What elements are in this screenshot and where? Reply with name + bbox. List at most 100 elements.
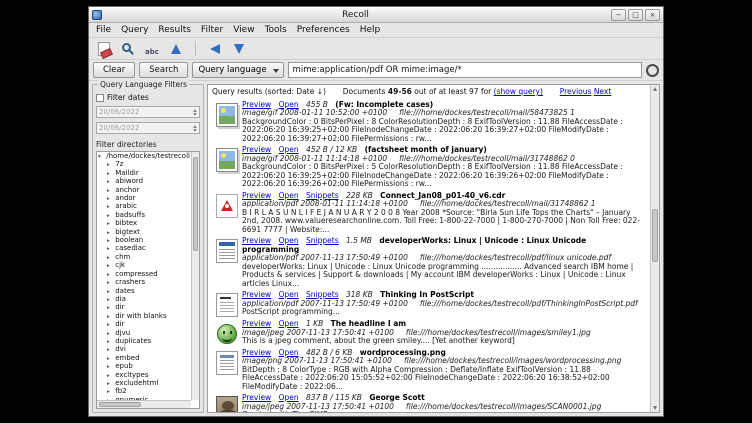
gif-icon xyxy=(216,103,238,127)
arrow-left-icon[interactable] xyxy=(205,39,225,58)
tree-item-label: dir with blanks xyxy=(115,312,166,320)
main-content: Query Language Filters Filter dates 20/0… xyxy=(89,81,663,416)
results-scrollbar[interactable] xyxy=(650,85,659,412)
result-text: Preview Open 482 B / 6 KB wordprocessing… xyxy=(242,349,646,392)
tree-item-label: djvu xyxy=(115,329,130,337)
tree-item[interactable]: ▸ bibtex xyxy=(98,220,190,228)
tree-horizontal-scrollbar[interactable] xyxy=(97,400,191,408)
tree-item[interactable]: ▸ Maildir xyxy=(98,170,190,178)
clear-search-icon[interactable] xyxy=(94,39,114,58)
search-icon[interactable] xyxy=(118,39,138,58)
result-icon-column xyxy=(212,394,242,412)
tree-item[interactable]: ▸ casediac xyxy=(98,245,190,253)
tree-item-label: chm xyxy=(115,253,130,261)
maximize-button[interactable]: □ xyxy=(628,9,643,21)
menubar: File Query Results Filter View Tools Pre… xyxy=(89,23,663,38)
clear-button[interactable]: Clear xyxy=(93,62,135,78)
menu-item[interactable]: File xyxy=(91,24,116,36)
tree-root-item[interactable]: ▾ /home/dockes/testrecoll xyxy=(98,153,190,161)
directory-tree[interactable]: ▾ /home/dockes/testrecoll ▸ 7z ▸ xyxy=(96,151,200,409)
tree-item[interactable]: ▸ 7z xyxy=(98,161,190,169)
chevron-down-icon[interactable]: ▾ xyxy=(98,154,104,161)
filters-group-title: Query Language Filters xyxy=(98,80,189,89)
tree-item-label: badsuffs xyxy=(115,211,145,219)
result-text: Preview Open 452 B / 12 KB (factsheet mo… xyxy=(242,146,646,189)
menu-item[interactable]: View xyxy=(228,24,259,36)
minimize-button[interactable]: − xyxy=(611,9,626,21)
spinner-icon[interactable] xyxy=(193,125,197,132)
result-abstract: B I R L A S U N L I F E J A N U A R Y 2 … xyxy=(242,209,646,235)
tree-item[interactable]: ▸ embed xyxy=(98,355,190,363)
scrollbar-thumb[interactable] xyxy=(99,402,141,407)
tree-item-label: excludehtml xyxy=(115,379,158,387)
tree-item[interactable]: ▸ anchor xyxy=(98,187,190,195)
menu-item[interactable]: Query xyxy=(116,24,153,36)
ps-icon xyxy=(216,293,238,317)
arrow-up-icon[interactable] xyxy=(166,39,186,58)
tree-item[interactable]: ▸ chm xyxy=(98,254,190,262)
tree-item[interactable]: ▸ dir with blanks xyxy=(98,313,190,321)
png-icon xyxy=(216,351,238,375)
date-from-field[interactable]: 20/06/2022 xyxy=(96,106,200,118)
result-url: file:///home/dockes/testrecoll/mail/5847… xyxy=(399,108,575,117)
tree-item[interactable]: ▸ badsuffs xyxy=(98,212,190,220)
scroll-down-icon[interactable] xyxy=(653,406,657,410)
result-size: 1.5 MB xyxy=(346,236,372,245)
term-explorer-icon[interactable] xyxy=(142,39,162,58)
tree-item-label: casediac xyxy=(115,244,146,252)
scroll-up-icon[interactable] xyxy=(653,87,657,91)
result-mime-date: application/pdf 2007-11-13 17:50:49 +010… xyxy=(242,253,408,262)
documents-label: Documents xyxy=(343,87,386,96)
result-text: Preview Open 455 B (Fw: Incomplete cases… xyxy=(242,101,646,144)
tree-item[interactable]: ▸ dia xyxy=(98,296,190,304)
titlebar[interactable]: Recoll − □ × xyxy=(89,7,663,23)
tree-item-label: abiword xyxy=(115,177,143,185)
menu-item[interactable]: Help xyxy=(355,24,386,36)
show-query-link[interactable]: (show query) xyxy=(494,87,543,96)
menu-item[interactable]: Preferences xyxy=(292,24,355,36)
tree-item-label: compressed xyxy=(115,270,157,278)
result-abstract: BackgroundColor : 0 BitsPerPixel : 5 Col… xyxy=(242,163,646,189)
result-abstract: PostScript programming... xyxy=(242,308,646,317)
tree-item[interactable]: ▸ duplicates xyxy=(98,338,190,346)
tree-item[interactable]: ▸ bigtext xyxy=(98,229,190,237)
tree-item[interactable]: ▸ crashers xyxy=(98,279,190,287)
filter-dates-row[interactable]: Filter dates xyxy=(96,93,200,102)
menu-item[interactable]: Filter xyxy=(196,24,228,36)
tree-item[interactable]: ▸ andor xyxy=(98,195,190,203)
date-to-field[interactable]: 20/06/2022 xyxy=(96,122,200,134)
search-button[interactable]: Search xyxy=(139,62,188,78)
tree-item-label: duplicates xyxy=(115,337,151,345)
query-mode-select[interactable]: Query language xyxy=(192,62,283,78)
search-input[interactable] xyxy=(288,62,642,78)
tree-vertical-scrollbar[interactable] xyxy=(191,152,199,400)
tree-item[interactable]: ▸ dir xyxy=(98,321,190,329)
result-text: Preview Open Snippets 318 KB Thinking In… xyxy=(242,291,646,317)
scrollbar-thumb[interactable] xyxy=(652,209,658,261)
menu-item[interactable]: Tools xyxy=(260,24,292,36)
next-page-link[interactable]: Next xyxy=(594,87,611,96)
result-text: Preview Open 1 KB The headline I am imag… xyxy=(242,320,646,346)
tree-item[interactable]: ▸ dates xyxy=(98,288,190,296)
result-icon-column xyxy=(212,291,242,317)
result-row: Preview Open 452 B / 12 KB (factsheet mo… xyxy=(212,146,646,189)
tree-item-label: boolean xyxy=(115,236,143,244)
previous-page-link[interactable]: Previous xyxy=(560,87,592,96)
close-button[interactable]: × xyxy=(645,9,660,21)
tree-item-label: fb2 xyxy=(115,387,126,395)
snippets-link[interactable]: Snippets xyxy=(306,236,339,245)
tree-item[interactable]: ▸ excludehtml xyxy=(98,380,190,388)
tree-item[interactable]: ▸ abiword xyxy=(98,178,190,186)
search-options-icon[interactable] xyxy=(646,64,659,77)
result-row: Preview Open 455 B (Fw: Incomplete cases… xyxy=(212,101,646,144)
result-mime-date: image/png 2007-11-13 17:50:41 +0100 xyxy=(242,356,392,365)
checkbox-icon[interactable] xyxy=(96,94,104,102)
spinner-icon[interactable] xyxy=(193,109,197,116)
menu-item[interactable]: Results xyxy=(153,24,196,36)
scrollbar-thumb[interactable] xyxy=(193,157,198,251)
arrow-down-icon[interactable] xyxy=(229,39,249,58)
toolbar-separator xyxy=(195,41,196,56)
tree-item[interactable]: ▸ dvi xyxy=(98,346,190,354)
tree-item-label: crashers xyxy=(115,278,145,286)
result-abstract: This is a jpeg comment, about the green … xyxy=(242,337,646,346)
